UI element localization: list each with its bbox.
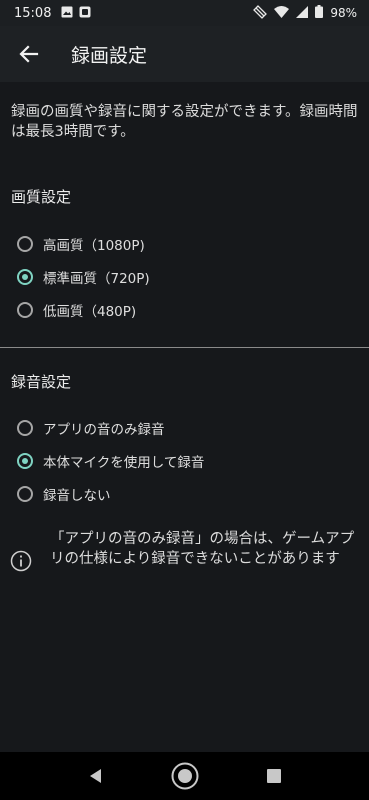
nav-back-icon[interactable] xyxy=(88,768,104,784)
radio-button-selected[interactable] xyxy=(17,269,33,285)
quality-option-label: 低画質（480P) xyxy=(43,304,137,320)
image-icon xyxy=(61,6,73,21)
quality-option-label: 高画質（1080P) xyxy=(43,238,145,254)
section-divider xyxy=(0,347,369,348)
audio-section-title: 録音設定 xyxy=(11,373,72,391)
quality-option-label: 標準画質（720P) xyxy=(43,271,150,287)
media-icon xyxy=(79,6,91,21)
quality-option-high[interactable]: 高画質（1080P) xyxy=(17,231,145,257)
rotate-icon xyxy=(253,4,268,22)
app-bar: 録画設定 xyxy=(0,26,369,82)
audio-option-label: アプリの音のみ録音 xyxy=(43,422,165,438)
radio-button[interactable] xyxy=(17,302,33,318)
status-bar: 15:08 98% xyxy=(0,0,369,26)
description-text: 録画の画質や録音に関する設定ができます。録画時間は最長3時間です。 xyxy=(11,104,358,140)
radio-button[interactable] xyxy=(17,236,33,252)
audio-option-app-only[interactable]: アプリの音のみ録音 xyxy=(17,415,165,441)
status-time: 15:08 xyxy=(14,5,52,21)
nav-recents-icon[interactable] xyxy=(267,769,281,783)
audio-note-text: 「アプリの音のみ録音」の場合は、ゲームアプリの仕様により録音できないことがありま… xyxy=(50,531,355,567)
battery-icon xyxy=(315,5,324,21)
wifi-icon xyxy=(274,5,290,21)
quality-option-standard[interactable]: 標準画質（720P) xyxy=(17,264,150,290)
back-arrow-icon[interactable] xyxy=(17,42,41,66)
audio-option-label: 本体マイクを使用して録音 xyxy=(43,455,205,471)
audio-option-label: 録音しない xyxy=(43,488,111,504)
page-title: 録画設定 xyxy=(71,44,148,67)
quality-section-title: 画質設定 xyxy=(11,188,72,206)
navigation-bar xyxy=(0,752,369,800)
radio-button-selected[interactable] xyxy=(17,453,33,469)
radio-button[interactable] xyxy=(17,486,33,502)
battery-percent: 98% xyxy=(330,6,357,20)
audio-option-none[interactable]: 録音しない xyxy=(17,481,111,507)
audio-option-mic[interactable]: 本体マイクを使用して録音 xyxy=(17,448,204,474)
info-icon xyxy=(10,550,32,572)
quality-option-low[interactable]: 低画質（480P) xyxy=(17,297,136,323)
radio-button[interactable] xyxy=(17,420,33,436)
signal-icon xyxy=(296,5,309,21)
nav-home-icon[interactable] xyxy=(171,762,199,790)
